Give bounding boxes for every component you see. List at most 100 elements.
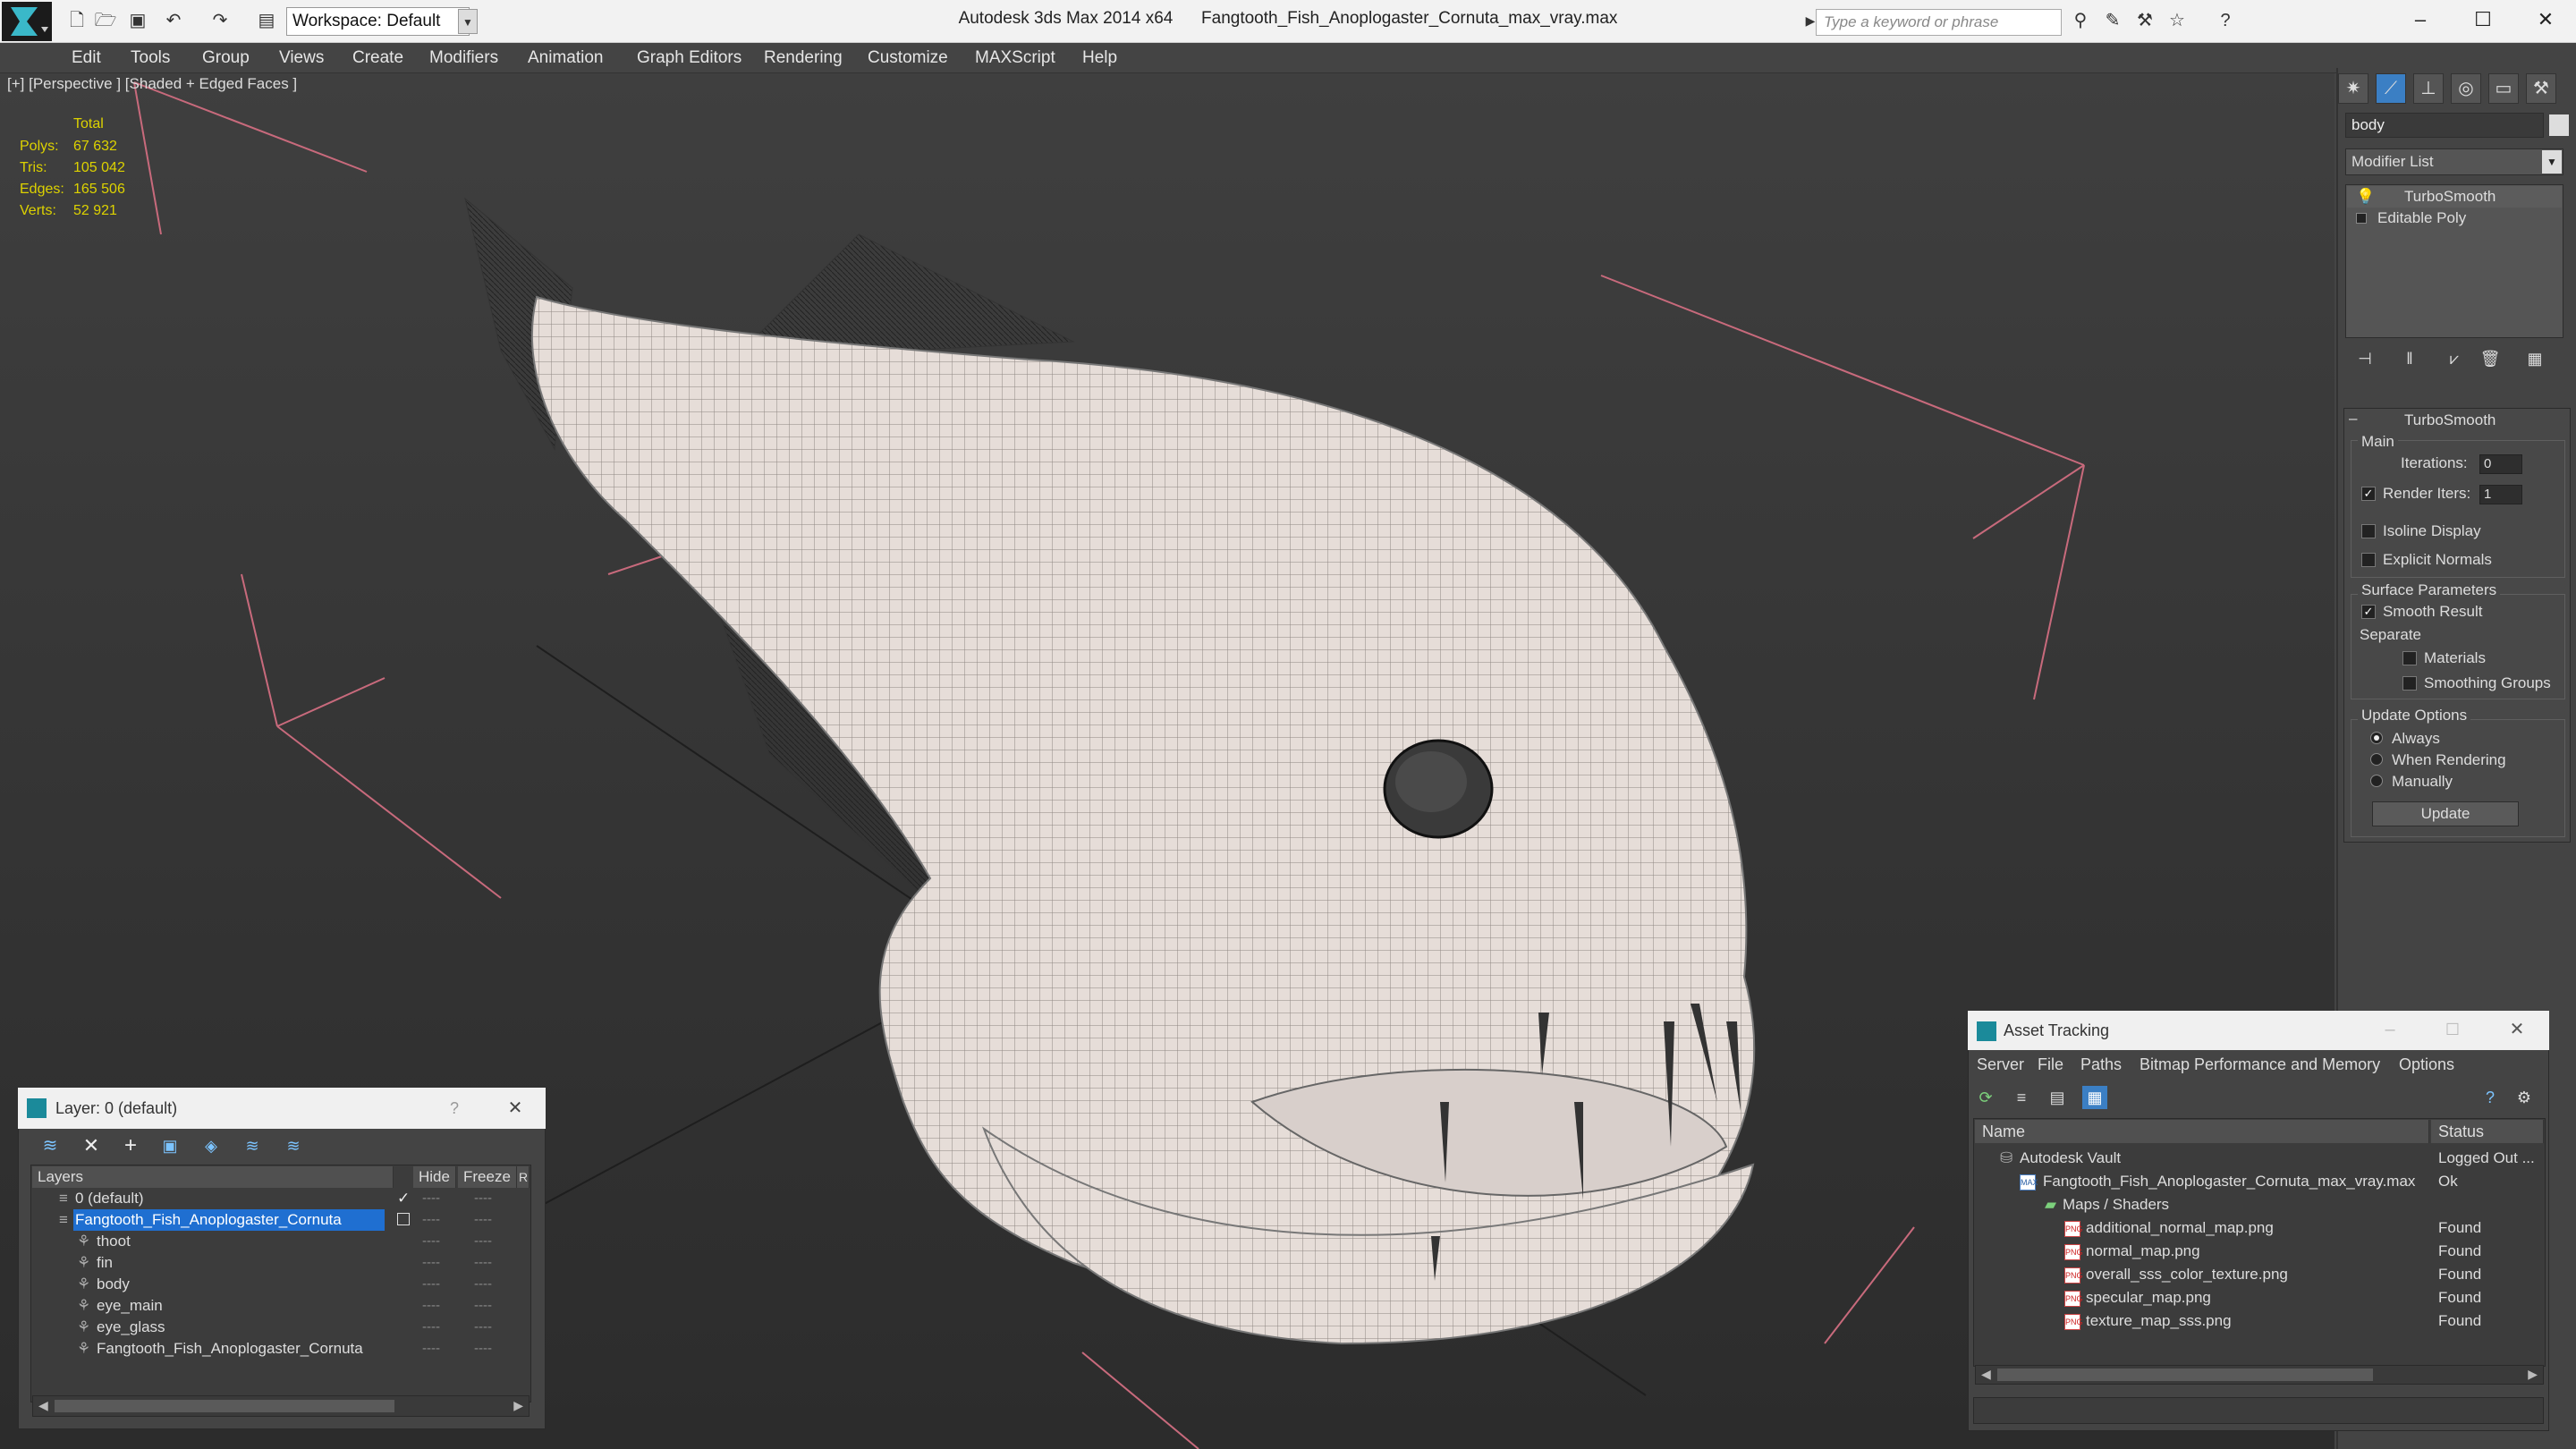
- wrench-icon[interactable]: ✎: [2100, 9, 2125, 32]
- delete-layer-icon[interactable]: ✕: [79, 1134, 104, 1157]
- hide-toggle[interactable]: ----: [422, 1209, 440, 1231]
- scroll-thumb[interactable]: [55, 1400, 394, 1412]
- object-color-swatch[interactable]: [2549, 114, 2569, 136]
- close-icon[interactable]: ✕: [2504, 1018, 2529, 1041]
- smoothing-groups-checkbox[interactable]: [2402, 676, 2417, 691]
- hide-toggle[interactable]: ----: [422, 1317, 440, 1338]
- freeze-toggle[interactable]: ----: [474, 1209, 492, 1231]
- freeze-toggle[interactable]: ----: [474, 1274, 492, 1295]
- rollout-title[interactable]: TurboSmooth: [2404, 411, 2496, 429]
- maximize-icon[interactable]: ☐: [2456, 4, 2510, 36]
- help-icon[interactable]: ?: [442, 1097, 467, 1120]
- subscription-icon[interactable]: ⚒: [2132, 9, 2157, 32]
- stack-item-turbosmooth[interactable]: 💡 TurboSmooth: [2347, 186, 2562, 208]
- menu-help[interactable]: Help: [1082, 45, 1117, 72]
- open-file-icon[interactable]: 🗁: [93, 9, 118, 32]
- scroll-right-icon[interactable]: ▶: [513, 1398, 523, 1413]
- hide-toggle[interactable]: ----: [422, 1188, 440, 1209]
- menu-tools[interactable]: Tools: [131, 45, 170, 72]
- menu-maxscript[interactable]: MAXScript: [975, 45, 1055, 72]
- minimize-icon[interactable]: –: [2394, 4, 2447, 36]
- freeze-toggle[interactable]: ----: [474, 1252, 492, 1274]
- render-iters-checkbox[interactable]: ✓: [2361, 487, 2376, 501]
- hide-all-icon[interactable]: ≋: [240, 1134, 265, 1157]
- iterations-spinner[interactable]: 0: [2479, 454, 2522, 474]
- configure-sets-icon[interactable]: ▦: [2522, 347, 2547, 370]
- layers-column-header[interactable]: Layers: [32, 1166, 394, 1188]
- menu-views[interactable]: Views: [279, 45, 324, 72]
- freeze-toggle[interactable]: ----: [474, 1338, 492, 1360]
- menu-rendering[interactable]: Rendering: [764, 45, 843, 72]
- list-view-icon[interactable]: ≡: [2009, 1086, 2034, 1109]
- layer-row-selected[interactable]: ≡ Fangtooth_Fish_Anoplogaster_Cornuta --…: [32, 1209, 530, 1231]
- object-name-field[interactable]: body: [2345, 113, 2544, 138]
- menu-graph-editors[interactable]: Graph Editors: [637, 45, 741, 72]
- asset-row[interactable]: PNG texture_map_sss.png Found: [1975, 1309, 2544, 1333]
- materials-checkbox[interactable]: [2402, 651, 2417, 665]
- close-icon[interactable]: ✕: [503, 1097, 528, 1120]
- asset-menu-options[interactable]: Options: [2399, 1052, 2454, 1077]
- table-view-icon[interactable]: ▦: [2082, 1086, 2107, 1109]
- lightbulb-icon[interactable]: 💡: [2356, 186, 2375, 208]
- motion-tab-icon[interactable]: ◎: [2451, 73, 2481, 104]
- explicit-normals-checkbox[interactable]: [2361, 553, 2376, 567]
- menu-create[interactable]: Create: [352, 45, 403, 72]
- render-column-header[interactable]: R: [517, 1166, 530, 1188]
- make-unique-icon[interactable]: ⩗: [2442, 347, 2467, 370]
- save-file-icon[interactable]: ▣: [125, 9, 150, 32]
- isoline-display-checkbox[interactable]: [2361, 524, 2376, 538]
- asset-row[interactable]: PNG overall_sss_color_texture.png Found: [1975, 1263, 2544, 1286]
- modifier-list-dropdown[interactable]: Modifier List: [2345, 148, 2563, 175]
- freeze-column-header[interactable]: Freeze: [458, 1166, 517, 1188]
- freeze-all-icon[interactable]: ≋: [281, 1134, 306, 1157]
- favorites-star-icon[interactable]: ☆: [2165, 9, 2190, 32]
- app-menu-button[interactable]: [2, 2, 52, 41]
- name-column-header[interactable]: Name: [1975, 1120, 2429, 1143]
- layer-object-row[interactable]: ⚘ fin ---- ----: [32, 1252, 530, 1274]
- close-icon[interactable]: ✕: [2519, 4, 2572, 36]
- scroll-thumb[interactable]: [1997, 1368, 2373, 1381]
- layer-object-row[interactable]: ⚘ body ---- ----: [32, 1274, 530, 1295]
- pin-stack-icon[interactable]: ⊣: [2352, 347, 2377, 370]
- scroll-left-icon[interactable]: ◀: [1981, 1367, 1991, 1382]
- project-folder-icon[interactable]: ▤: [254, 9, 279, 32]
- highlight-layer-icon[interactable]: ◈: [199, 1134, 224, 1157]
- render-iters-spinner[interactable]: 1: [2479, 485, 2522, 504]
- rollout-collapse-icon[interactable]: –: [2349, 410, 2357, 428]
- asset-menu-server[interactable]: Server: [1977, 1052, 2024, 1077]
- show-end-result-icon[interactable]: ‖: [2397, 347, 2422, 370]
- layer-object-row[interactable]: ⚘ eye_main ---- ----: [32, 1295, 530, 1317]
- asset-row[interactable]: ▰ Maps / Shaders: [1975, 1193, 2544, 1216]
- status-column-header[interactable]: Status: [2431, 1120, 2544, 1143]
- scroll-right-icon[interactable]: ▶: [2528, 1367, 2538, 1382]
- menu-customize[interactable]: Customize: [868, 45, 948, 72]
- hide-column-header[interactable]: Hide: [413, 1166, 456, 1188]
- horizontal-scrollbar[interactable]: ◀ ▶: [1975, 1365, 2544, 1385]
- layer-object-row[interactable]: ⚘ Fangtooth_Fish_Anoplogaster_Cornuta --…: [32, 1338, 530, 1360]
- hierarchy-tab-icon[interactable]: ⊥: [2413, 73, 2444, 104]
- chevron-down-icon[interactable]: ▼: [458, 9, 478, 34]
- workspace-dropdown[interactable]: Workspace: Default: [286, 7, 470, 36]
- help-icon[interactable]: ?: [2478, 1086, 2503, 1109]
- freeze-toggle[interactable]: ----: [474, 1317, 492, 1338]
- hide-toggle[interactable]: ----: [422, 1231, 440, 1252]
- asset-row[interactable]: PNG normal_map.png Found: [1975, 1240, 2544, 1263]
- always-radio[interactable]: [2370, 732, 2383, 744]
- add-to-layer-icon[interactable]: +: [118, 1134, 143, 1157]
- remove-modifier-icon[interactable]: 🗑: [2478, 347, 2503, 370]
- scroll-left-icon[interactable]: ◀: [38, 1398, 48, 1413]
- asset-row[interactable]: PNG specular_map.png Found: [1975, 1286, 2544, 1309]
- menu-animation[interactable]: Animation: [528, 45, 604, 72]
- hide-toggle[interactable]: ----: [422, 1295, 440, 1317]
- refresh-icon[interactable]: ⟳: [1973, 1086, 1998, 1109]
- layer-object-row[interactable]: ⚘ thoot ---- ----: [32, 1231, 530, 1252]
- hide-toggle[interactable]: ----: [422, 1274, 440, 1295]
- horizontal-scrollbar[interactable]: ◀ ▶: [32, 1395, 530, 1417]
- expand-box-icon[interactable]: [2356, 213, 2367, 224]
- create-tab-icon[interactable]: ✷: [2338, 73, 2368, 104]
- binoculars-icon[interactable]: ⚲: [2068, 9, 2093, 32]
- manually-radio[interactable]: [2370, 775, 2383, 787]
- asset-row[interactable]: PNG additional_normal_map.png Found: [1975, 1216, 2544, 1240]
- asset-row[interactable]: ⛁ Autodesk Vault Logged Out ...: [1975, 1147, 2544, 1170]
- menu-edit[interactable]: Edit: [72, 45, 101, 72]
